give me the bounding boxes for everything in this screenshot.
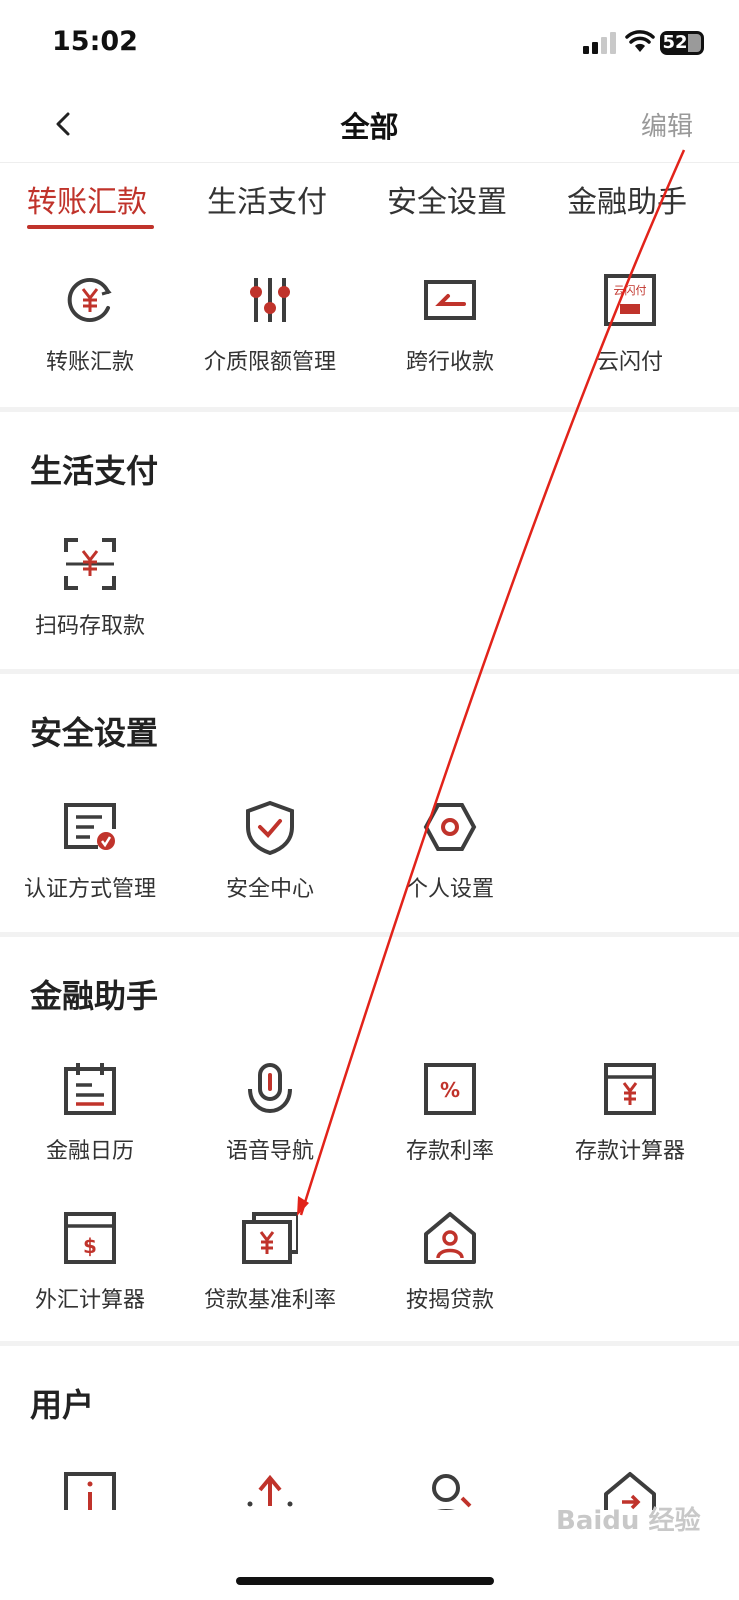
grid-item-label: 贷款基准利率 <box>203 1288 336 1313</box>
info-doc-icon <box>64 1472 116 1510</box>
grid-item-scan-deposit[interactable]: 扫码存取款 <box>0 536 180 656</box>
status-time: 15:02 <box>52 26 138 57</box>
dollar-calculator-icon: $ <box>64 1212 116 1264</box>
tab-transfer[interactable]: 转账汇款 <box>27 177 147 221</box>
section-title-finance: 金融助手 <box>30 977 159 1015</box>
yuan-calculator-icon <box>604 1063 656 1115</box>
quickpass-icon-text: 云闪付 <box>614 283 647 297</box>
tab-finance-assistant[interactable]: 金融助手 <box>567 177 687 221</box>
tab-security[interactable]: 安全设置 <box>387 177 507 221</box>
house-person-icon <box>424 1212 476 1264</box>
sliders-icon <box>250 278 290 322</box>
yuan-circle-icon <box>67 278 112 322</box>
grid-item-fx-calculator[interactable]: $ 外汇计算器 <box>0 1210 180 1330</box>
grid-item-transfer[interactable]: 转账汇款 <box>0 272 180 392</box>
grid-item-label: 按揭贷款 <box>405 1288 494 1313</box>
upload-icon <box>247 1474 293 1507</box>
grid-item-label: 认证方式管理 <box>23 877 156 902</box>
microphone-icon <box>248 1063 292 1114</box>
grid-item-interbank-receive[interactable]: 跨行收款 <box>360 272 540 392</box>
grid-item-voice-navigation[interactable]: 语音导航 <box>180 1061 360 1181</box>
scan-yuan-icon <box>64 538 116 590</box>
page-title: 全部 <box>340 110 399 144</box>
battery-icon: 52 <box>660 31 704 55</box>
grid-item-security-center[interactable]: 安全中心 <box>180 799 360 919</box>
grid-item-label: 个人设置 <box>405 877 494 902</box>
grid-item-label: 转账汇款 <box>45 350 134 375</box>
grid-item-label: 介质限额管理 <box>203 350 336 375</box>
grid-item-user-upload[interactable] <box>180 1470 360 1510</box>
grid-item-user-info[interactable] <box>0 1470 180 1510</box>
grid-item-deposit-calculator[interactable]: 存款计算器 <box>540 1061 720 1181</box>
status-bar: 15:02 52 <box>0 0 739 90</box>
grid-item-quickpass[interactable]: 云闪付 云闪付 <box>540 272 720 392</box>
svg-text:$: $ <box>83 1234 97 1258</box>
section-title-life: 生活支付 <box>30 452 159 490</box>
grid-item-deposit-rate[interactable]: % 存款利率 <box>360 1061 540 1181</box>
grid-item-finance-calendar[interactable]: 金融日历 <box>0 1061 180 1181</box>
section-title-security: 安全设置 <box>30 714 159 752</box>
hexagon-settings-icon <box>423 803 477 851</box>
home-indicator <box>236 1577 494 1585</box>
edit-button[interactable]: 编辑 <box>641 106 693 143</box>
grid-item-label: 外汇计算器 <box>34 1288 145 1313</box>
grid-item-label: 跨行收款 <box>405 350 494 375</box>
grid-item-mortgage-loan[interactable]: 按揭贷款 <box>360 1210 540 1330</box>
quickpass-icon: 云闪付 <box>604 274 656 326</box>
battery-level: 52 <box>662 32 688 53</box>
tab-life-payment[interactable]: 生活支付 <box>207 177 327 221</box>
active-tab-indicator <box>27 225 154 229</box>
svg-text:%: % <box>440 1078 460 1102</box>
grid-item-limit-management[interactable]: 介质限额管理 <box>180 272 360 392</box>
percent-icon: % <box>424 1063 476 1115</box>
grid-item-label: 扫码存取款 <box>34 614 145 639</box>
section-divider <box>0 407 739 412</box>
section-divider <box>0 669 739 674</box>
grid-item-personal-settings[interactable]: 个人设置 <box>360 799 540 919</box>
wifi-icon <box>625 30 655 52</box>
section-divider <box>0 932 739 937</box>
certificate-icon <box>64 803 116 850</box>
receive-icon <box>424 280 476 320</box>
grid-item-label: 存款利率 <box>405 1139 494 1164</box>
stacked-yuan-icon <box>242 1212 298 1264</box>
watermark: Baidu 经验 <box>556 1506 701 1536</box>
grid-item-label: 存款计算器 <box>574 1139 685 1164</box>
grid-item-label: 云闪付 <box>596 350 663 375</box>
section-divider <box>0 1341 739 1346</box>
signal-icon <box>583 32 619 54</box>
calendar-icon <box>64 1063 116 1115</box>
shield-check-icon <box>246 800 294 855</box>
user-search-icon <box>432 1474 472 1510</box>
section-title-user: 用户 <box>30 1386 95 1424</box>
grid-item-loan-benchmark-rate[interactable]: 贷款基准利率 <box>180 1210 360 1330</box>
grid-item-auth-management[interactable]: 认证方式管理 <box>0 799 180 919</box>
grid-item-label: 金融日历 <box>45 1139 134 1164</box>
category-tabs: 转账汇款 生活支付 安全设置 金融助手 <box>0 162 739 235</box>
nav-bar: 全部 编辑 <box>0 90 739 162</box>
grid-item-label: 安全中心 <box>225 877 314 902</box>
grid-item-label: 语音导航 <box>225 1139 314 1164</box>
grid-item-user-search[interactable] <box>360 1470 540 1510</box>
